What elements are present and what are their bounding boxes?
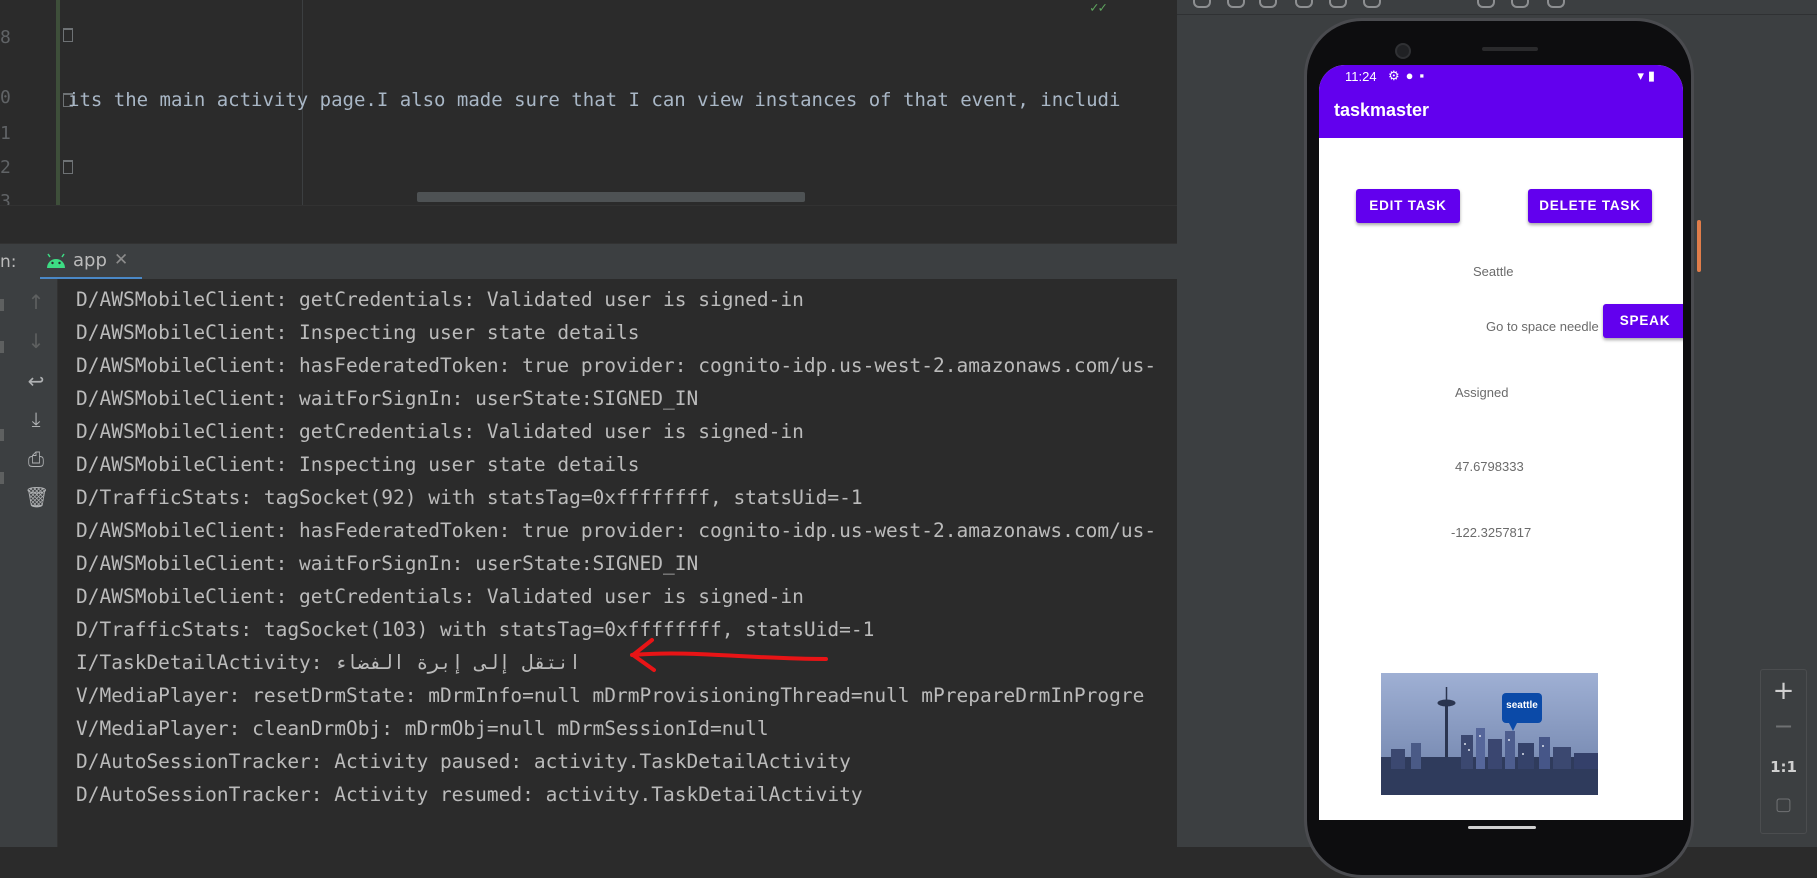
- task-latitude: 47.6798333: [1455, 459, 1524, 474]
- wifi-battery-icon: ▾▮: [1637, 68, 1659, 83]
- log-line: I/TaskDetailActivity: انتقل إلى إبرة الف…: [76, 651, 581, 674]
- log-line: D/AWSMobileClient: hasFederatedToken: tr…: [76, 354, 1157, 377]
- image-badge-text: seattle: [1506, 700, 1538, 711]
- zoom-controls: + − 1:1 ▢: [1760, 669, 1807, 834]
- line-number: 2: [0, 157, 11, 178]
- code-editor[interactable]: 8 9 0 1 2 3 its the main activity page.I…: [0, 0, 1177, 205]
- speaker-grille: [1482, 47, 1538, 51]
- log-line: D/AWSMobileClient: waitForSignIn: userSt…: [76, 552, 699, 575]
- log-line: D/AWSMobileClient: hasFederatedToken: tr…: [76, 519, 1157, 542]
- emulator-toolbar: [1177, 0, 1817, 15]
- task-status: Assigned: [1455, 385, 1509, 400]
- log-line: D/AWSMobileClient: getCredentials: Valid…: [76, 420, 804, 443]
- run-tab-bar: n: app ✕: [0, 243, 1177, 280]
- edge-marker: [0, 472, 4, 484]
- fold-marker-icon[interactable]: [62, 160, 73, 174]
- inspection-ok-icon[interactable]: ✓✓: [1090, 0, 1107, 16]
- app-bar: taskmaster: [1319, 87, 1683, 138]
- log-line: D/AWSMobileClient: getCredentials: Valid…: [76, 288, 804, 311]
- phone-screen[interactable]: 11:24 ⚙●▪ ▾▮ taskmaster EDIT TASK DELETE…: [1319, 65, 1683, 820]
- delete-task-button[interactable]: DELETE TASK: [1528, 189, 1652, 223]
- zoom-1-to-1-button[interactable]: 1:1: [1761, 758, 1806, 776]
- soft-wrap-icon[interactable]: ↩: [24, 369, 48, 393]
- logcat-panel[interactable]: ↑ ↓ ↩ ⤓ ⎙ 🗑 D/AWSMobileClient: getCreden…: [0, 279, 1177, 847]
- log-line: D/AWSMobileClient: Inspecting user state…: [76, 321, 640, 344]
- close-icon[interactable]: ✕: [114, 250, 128, 270]
- overview-icon[interactable]: [1547, 0, 1565, 8]
- log-line: V/MediaPlayer: cleanDrmObj: mDrmObj=null…: [76, 717, 769, 740]
- line-number: 0: [0, 87, 11, 108]
- print-icon[interactable]: ⎙: [24, 447, 48, 471]
- volume-up-icon[interactable]: [1227, 0, 1245, 8]
- tab-label: app: [73, 250, 107, 271]
- zoom-in-button[interactable]: +: [1761, 676, 1806, 706]
- arrow-up-icon[interactable]: ↑: [24, 290, 48, 314]
- zoom-out-button[interactable]: −: [1761, 712, 1806, 740]
- edge-marker: [0, 299, 4, 311]
- edge-marker: [0, 429, 4, 441]
- rotate-right-icon[interactable]: [1329, 0, 1347, 8]
- log-line: D/AWSMobileClient: waitForSignIn: userSt…: [76, 387, 699, 410]
- home-indicator[interactable]: [1468, 826, 1536, 829]
- line-number: 1: [0, 123, 11, 144]
- tab-app[interactable]: app ✕: [40, 244, 142, 280]
- line-number: 3: [0, 192, 11, 205]
- status-bar: 11:24 ⚙●▪ ▾▮: [1319, 65, 1683, 87]
- volume-down-icon[interactable]: [1259, 0, 1277, 8]
- log-output[interactable]: D/AWSMobileClient: getCredentials: Valid…: [76, 283, 1177, 811]
- phone-side-button[interactable]: [1697, 220, 1701, 272]
- change-marker-bar: [56, 0, 60, 205]
- status-time: 11:24: [1345, 69, 1377, 84]
- editor-divider: [0, 205, 1177, 242]
- task-longitude: -122.3257817: [1451, 525, 1532, 540]
- android-icon: [47, 253, 65, 268]
- line-number: 8: [0, 27, 11, 48]
- log-line: D/TrafficStats: tagSocket(92) with stats…: [76, 486, 863, 509]
- arrow-down-icon[interactable]: ↓: [24, 329, 48, 353]
- fold-marker-icon[interactable]: [62, 28, 73, 42]
- speak-button[interactable]: SPEAK: [1603, 304, 1683, 338]
- rotate-icon[interactable]: [1295, 0, 1313, 8]
- log-line: D/AutoSessionTracker: Activity resumed: …: [76, 783, 863, 806]
- task-description: Go to space needle: [1486, 319, 1599, 334]
- logcat-toolbar: ↑ ↓ ↩ ⤓ ⎙ 🗑: [0, 279, 58, 847]
- back-icon[interactable]: [1477, 0, 1495, 8]
- screenshot-icon[interactable]: [1363, 0, 1381, 8]
- scroll-to-end-icon[interactable]: ⤓: [24, 407, 48, 431]
- camera-icon: [1395, 43, 1411, 59]
- power-icon[interactable]: [1193, 0, 1211, 8]
- edge-marker: [0, 341, 4, 353]
- log-line: D/TrafficStats: tagSocket(103) with stat…: [76, 618, 875, 641]
- horizontal-scrollbar[interactable]: [417, 192, 805, 202]
- log-line: D/AutoSessionTracker: Activity paused: a…: [76, 750, 851, 773]
- annotation-arrow-icon: [630, 638, 828, 672]
- run-label: n:: [0, 252, 17, 272]
- task-image: seattle: [1381, 673, 1598, 795]
- task-city: Seattle: [1473, 264, 1514, 279]
- log-line: D/AWSMobileClient: Inspecting user state…: [76, 453, 640, 476]
- code-line[interactable]: its the main activity page.I also made s…: [68, 88, 1177, 112]
- log-line: V/MediaPlayer: resetDrmState: mDrmInfo=n…: [76, 684, 1145, 707]
- log-line: D/AWSMobileClient: getCredentials: Valid…: [76, 585, 804, 608]
- trash-icon[interactable]: 🗑: [24, 485, 49, 509]
- app-title: taskmaster: [1334, 100, 1430, 120]
- seattle-skyline-image: seattle: [1381, 673, 1598, 795]
- fit-screen-icon[interactable]: ▢: [1761, 794, 1806, 815]
- home-icon[interactable]: [1511, 0, 1529, 8]
- notification-icons: ⚙●▪: [1388, 68, 1431, 83]
- edit-task-button[interactable]: EDIT TASK: [1356, 189, 1460, 223]
